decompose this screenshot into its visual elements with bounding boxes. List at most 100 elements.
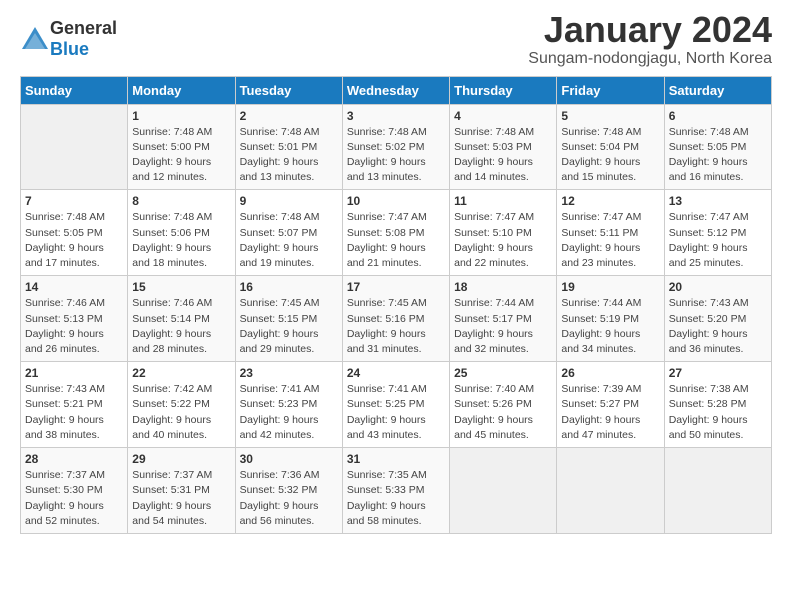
day-header-saturday: Saturday: [664, 76, 771, 104]
logo-icon: [20, 25, 50, 53]
day-number: 6: [669, 109, 767, 123]
day-info: Sunrise: 7:47 AMSunset: 5:08 PMDaylight:…: [347, 210, 445, 271]
day-info: Sunrise: 7:48 AMSunset: 5:04 PMDaylight:…: [561, 125, 659, 186]
day-info: Sunrise: 7:41 AMSunset: 5:25 PMDaylight:…: [347, 382, 445, 443]
day-info: Sunrise: 7:43 AMSunset: 5:21 PMDaylight:…: [25, 382, 123, 443]
day-number: 21: [25, 366, 123, 380]
day-header-thursday: Thursday: [450, 76, 557, 104]
calendar-week-row: 28 Sunrise: 7:37 AMSunset: 5:30 PMDayligh…: [21, 448, 772, 534]
day-number: 10: [347, 194, 445, 208]
day-number: 30: [240, 452, 338, 466]
calendar-day-cell: 13 Sunrise: 7:47 AMSunset: 5:12 PMDayligh…: [664, 190, 771, 276]
calendar-day-cell: 19 Sunrise: 7:44 AMSunset: 5:19 PMDayligh…: [557, 276, 664, 362]
day-info: Sunrise: 7:45 AMSunset: 5:16 PMDaylight:…: [347, 296, 445, 357]
day-info: Sunrise: 7:46 AMSunset: 5:14 PMDaylight:…: [132, 296, 230, 357]
day-info: Sunrise: 7:37 AMSunset: 5:30 PMDaylight:…: [25, 468, 123, 529]
day-header-friday: Friday: [557, 76, 664, 104]
day-number: 14: [25, 280, 123, 294]
calendar-week-row: 14 Sunrise: 7:46 AMSunset: 5:13 PMDayligh…: [21, 276, 772, 362]
calendar-day-cell: 23 Sunrise: 7:41 AMSunset: 5:23 PMDayligh…: [235, 362, 342, 448]
day-number: 2: [240, 109, 338, 123]
day-info: Sunrise: 7:44 AMSunset: 5:17 PMDaylight:…: [454, 296, 552, 357]
day-info: Sunrise: 7:48 AMSunset: 5:01 PMDaylight:…: [240, 125, 338, 186]
calendar-day-cell: [557, 448, 664, 534]
page-header: General Blue January 2024 Sungam-nodongj…: [20, 10, 772, 68]
calendar-day-cell: 26 Sunrise: 7:39 AMSunset: 5:27 PMDayligh…: [557, 362, 664, 448]
calendar-day-cell: 14 Sunrise: 7:46 AMSunset: 5:13 PMDayligh…: [21, 276, 128, 362]
day-info: Sunrise: 7:42 AMSunset: 5:22 PMDaylight:…: [132, 382, 230, 443]
calendar-day-cell: 16 Sunrise: 7:45 AMSunset: 5:15 PMDayligh…: [235, 276, 342, 362]
day-info: Sunrise: 7:47 AMSunset: 5:10 PMDaylight:…: [454, 210, 552, 271]
day-number: 22: [132, 366, 230, 380]
calendar-day-cell: 1Sunrise: 7:48 AMSunset: 5:00 PMDaylight…: [128, 104, 235, 190]
calendar-day-cell: 9 Sunrise: 7:48 AMSunset: 5:07 PMDaylight…: [235, 190, 342, 276]
calendar-week-row: 7 Sunrise: 7:48 AMSunset: 5:05 PMDaylight…: [21, 190, 772, 276]
day-header-tuesday: Tuesday: [235, 76, 342, 104]
day-info: Sunrise: 7:44 AMSunset: 5:19 PMDaylight:…: [561, 296, 659, 357]
title-area: January 2024 Sungam-nodongjagu, North Ko…: [528, 10, 772, 68]
calendar-day-cell: 17Sunrise: 7:45 AMSunset: 5:16 PMDayligh…: [342, 276, 449, 362]
day-info: Sunrise: 7:40 AMSunset: 5:26 PMDaylight:…: [454, 382, 552, 443]
calendar-day-cell: 5 Sunrise: 7:48 AMSunset: 5:04 PMDaylight…: [557, 104, 664, 190]
day-number: 7: [25, 194, 123, 208]
day-info: Sunrise: 7:39 AMSunset: 5:27 PMDaylight:…: [561, 382, 659, 443]
day-number: 31: [347, 452, 445, 466]
day-number: 28: [25, 452, 123, 466]
day-info: Sunrise: 7:45 AMSunset: 5:15 PMDaylight:…: [240, 296, 338, 357]
calendar-day-cell: [21, 104, 128, 190]
day-info: Sunrise: 7:47 AMSunset: 5:11 PMDaylight:…: [561, 210, 659, 271]
day-info: Sunrise: 7:38 AMSunset: 5:28 PMDaylight:…: [669, 382, 767, 443]
calendar-day-cell: [450, 448, 557, 534]
day-info: Sunrise: 7:48 AMSunset: 5:05 PMDaylight:…: [25, 210, 123, 271]
calendar-day-cell: 12 Sunrise: 7:47 AMSunset: 5:11 PMDayligh…: [557, 190, 664, 276]
day-info: Sunrise: 7:48 AMSunset: 5:03 PMDaylight:…: [454, 125, 552, 186]
calendar-day-cell: 15 Sunrise: 7:46 AMSunset: 5:14 PMDayligh…: [128, 276, 235, 362]
day-number: 15: [132, 280, 230, 294]
logo-blue: Blue: [50, 39, 89, 59]
day-info: Sunrise: 7:48 AMSunset: 5:05 PMDaylight:…: [669, 125, 767, 186]
day-info: Sunrise: 7:43 AMSunset: 5:20 PMDaylight:…: [669, 296, 767, 357]
calendar-day-cell: 2 Sunrise: 7:48 AMSunset: 5:01 PMDaylight…: [235, 104, 342, 190]
calendar-day-cell: 6 Sunrise: 7:48 AMSunset: 5:05 PMDaylight…: [664, 104, 771, 190]
day-number: 11: [454, 194, 552, 208]
day-header-sunday: Sunday: [21, 76, 128, 104]
day-info: Sunrise: 7:48 AMSunset: 5:02 PMDaylight:…: [347, 125, 445, 186]
calendar-day-cell: 29 Sunrise: 7:37 AMSunset: 5:31 PMDayligh…: [128, 448, 235, 534]
day-number: 29: [132, 452, 230, 466]
calendar-header-row: SundayMondayTuesdayWednesdayThursdayFrid…: [21, 76, 772, 104]
day-info: Sunrise: 7:36 AMSunset: 5:32 PMDaylight:…: [240, 468, 338, 529]
day-number: 18: [454, 280, 552, 294]
calendar-day-cell: 27Sunrise: 7:38 AMSunset: 5:28 PMDayligh…: [664, 362, 771, 448]
day-info: Sunrise: 7:48 AMSunset: 5:07 PMDaylight:…: [240, 210, 338, 271]
day-number: 12: [561, 194, 659, 208]
day-number: 26: [561, 366, 659, 380]
day-header-monday: Monday: [128, 76, 235, 104]
day-info: Sunrise: 7:37 AMSunset: 5:31 PMDaylight:…: [132, 468, 230, 529]
calendar-day-cell: 30 Sunrise: 7:36 AMSunset: 5:32 PMDayligh…: [235, 448, 342, 534]
day-info: Sunrise: 7:47 AMSunset: 5:12 PMDaylight:…: [669, 210, 767, 271]
subtitle: Sungam-nodongjagu, North Korea: [528, 50, 772, 68]
day-number: 13: [669, 194, 767, 208]
day-number: 19: [561, 280, 659, 294]
calendar-day-cell: 28 Sunrise: 7:37 AMSunset: 5:30 PMDayligh…: [21, 448, 128, 534]
calendar-day-cell: 31Sunrise: 7:35 AMSunset: 5:33 PMDayligh…: [342, 448, 449, 534]
day-number: 23: [240, 366, 338, 380]
day-info: Sunrise: 7:48 AMSunset: 5:06 PMDaylight:…: [132, 210, 230, 271]
calendar-day-cell: [664, 448, 771, 534]
day-info: Sunrise: 7:46 AMSunset: 5:13 PMDaylight:…: [25, 296, 123, 357]
day-number: 5: [561, 109, 659, 123]
day-header-wednesday: Wednesday: [342, 76, 449, 104]
day-number: 25: [454, 366, 552, 380]
logo-general: General: [50, 18, 117, 38]
calendar-day-cell: 22 Sunrise: 7:42 AMSunset: 5:22 PMDayligh…: [128, 362, 235, 448]
day-number: 16: [240, 280, 338, 294]
day-number: 3: [347, 109, 445, 123]
calendar-day-cell: 4Sunrise: 7:48 AMSunset: 5:03 PMDaylight…: [450, 104, 557, 190]
calendar-day-cell: 25 Sunrise: 7:40 AMSunset: 5:26 PMDayligh…: [450, 362, 557, 448]
month-title: January 2024: [528, 10, 772, 50]
calendar-week-row: 21 Sunrise: 7:43 AMSunset: 5:21 PMDayligh…: [21, 362, 772, 448]
day-number: 9: [240, 194, 338, 208]
day-info: Sunrise: 7:41 AMSunset: 5:23 PMDaylight:…: [240, 382, 338, 443]
day-info: Sunrise: 7:48 AMSunset: 5:00 PMDaylight:…: [132, 125, 230, 186]
calendar-day-cell: 8Sunrise: 7:48 AMSunset: 5:06 PMDaylight…: [128, 190, 235, 276]
